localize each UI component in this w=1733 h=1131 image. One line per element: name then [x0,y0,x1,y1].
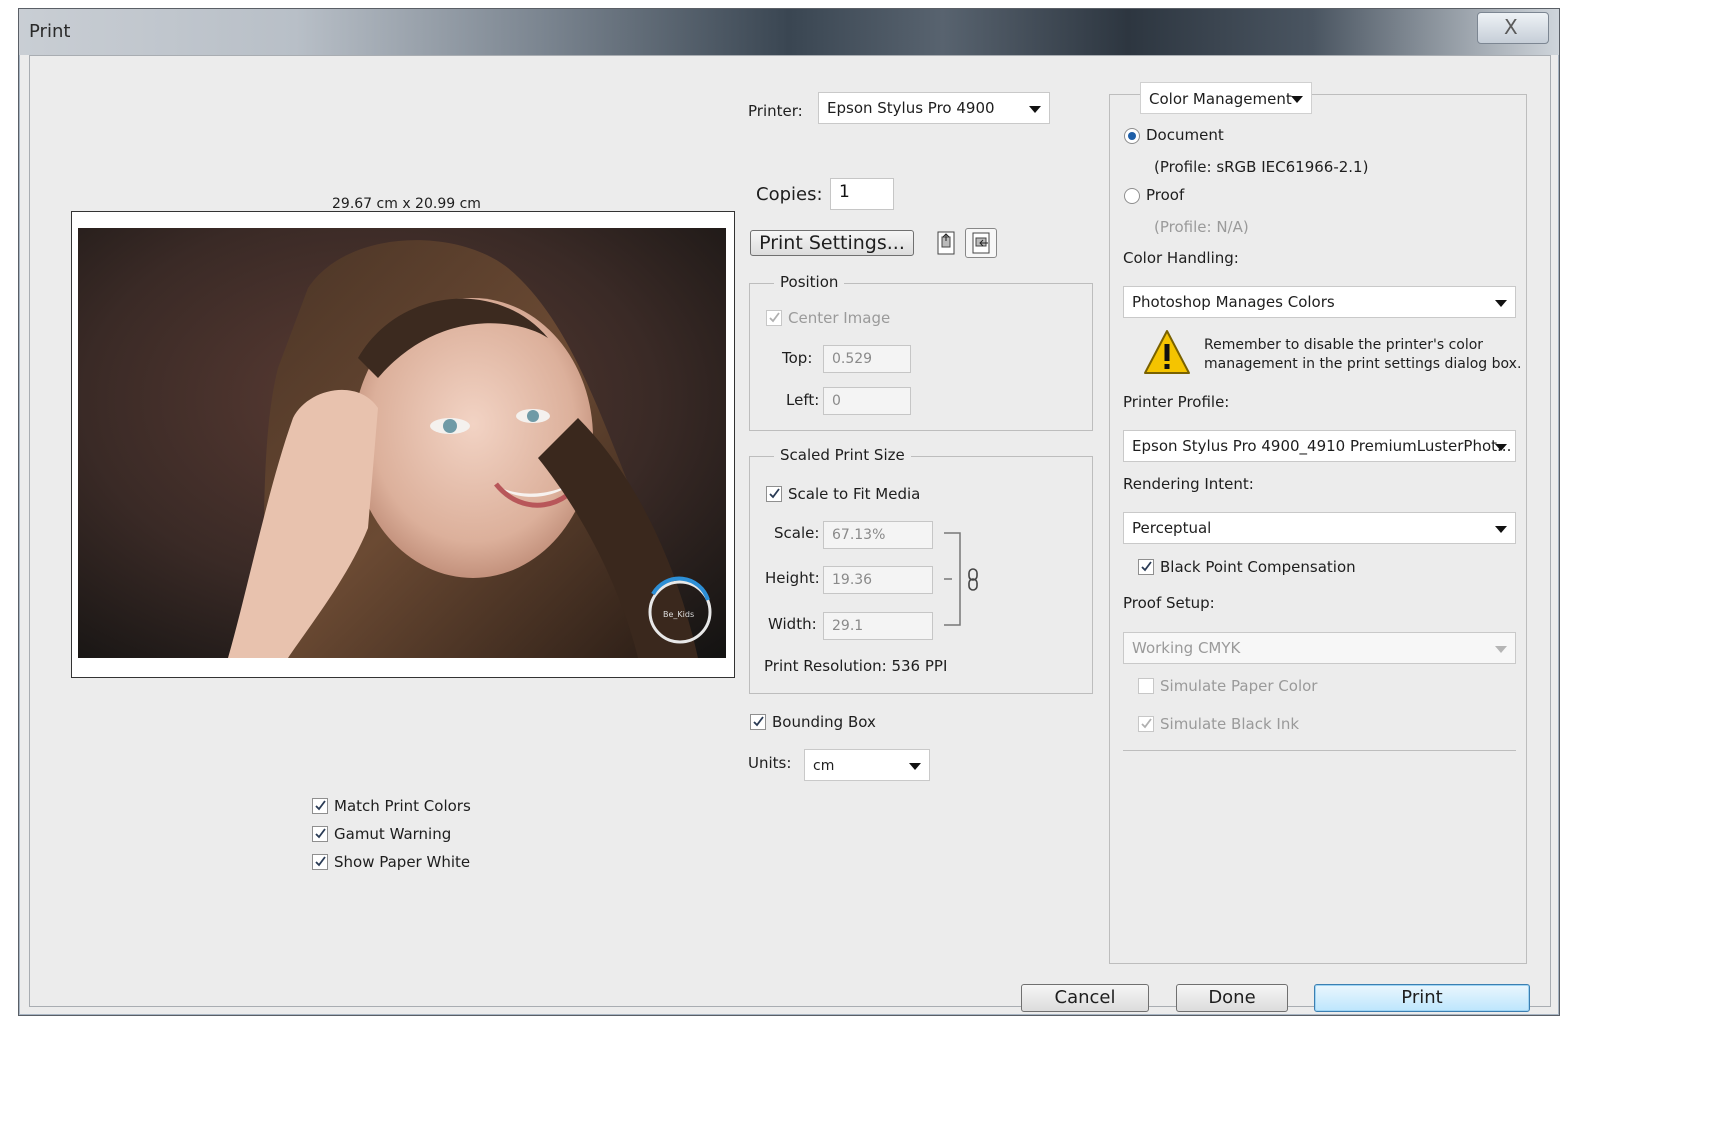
chevron-down-icon [1495,646,1507,653]
rendering-intent-value: Perceptual [1132,519,1212,537]
gamut-warning-checkbox[interactable] [312,826,328,842]
proof-setup-select[interactable]: Working CMYK [1123,632,1516,664]
portrait-orientation-icon[interactable] [934,230,958,256]
scale-to-fit-checkbox[interactable] [766,486,782,502]
printer-profile-value: Epson Stylus Pro 4900_4910 PremiumLuster… [1132,437,1512,455]
document-radio[interactable] [1124,128,1140,144]
width-value: 29.1 [832,618,864,634]
print-dialog: Print X 29.67 cm x 20.99 cm Be_Kids Prin… [18,8,1560,1016]
section-value: Color Management [1149,90,1292,108]
print-settings-button[interactable]: Print Settings... [750,230,914,256]
document-label: Document [1146,126,1224,144]
printer-profile-label: Printer Profile: [1123,393,1230,411]
color-handling-select[interactable]: Photoshop Manages Colors [1123,286,1516,318]
close-icon: X [1504,15,1518,39]
constrain-bracket [944,532,966,626]
title-bar[interactable]: Print X [19,9,1559,55]
top-input[interactable]: 0.529 [823,345,911,373]
height-input[interactable]: 19.36 [823,566,933,594]
watermark-text: Be_Kids [663,610,694,619]
bounding-box-label: Bounding Box [772,713,876,731]
section-select[interactable]: Color Management [1140,82,1312,114]
units-value: cm [813,758,835,774]
close-button[interactable]: X [1477,12,1549,44]
printer-label: Printer: [748,102,803,120]
chain-link-icon[interactable] [966,568,980,592]
copies-label: Copies: [756,184,823,205]
print-button[interactable]: Print [1314,984,1530,1012]
simulate-paper-label: Simulate Paper Color [1160,677,1318,695]
proof-setup-label: Proof Setup: [1123,594,1215,612]
chevron-down-icon [909,763,921,770]
cancel-button[interactable]: Cancel [1021,984,1149,1012]
height-value: 19.36 [832,572,873,588]
simulate-black-label: Simulate Black Ink [1160,715,1300,733]
width-input[interactable]: 29.1 [823,612,933,640]
chevron-down-icon [1495,526,1507,533]
dialog-body: 29.67 cm x 20.99 cm Be_Kids Printer: Eps… [29,55,1551,1012]
height-label: Height: [765,569,820,587]
printer-select[interactable]: Epson Stylus Pro 4900 [818,92,1050,124]
proof-profile: (Profile: N/A) [1154,218,1249,236]
preview-size-label: 29.67 cm x 20.99 cm [332,196,481,212]
warning-icon [1142,328,1192,378]
chevron-down-icon [1495,300,1507,307]
scale-input[interactable]: 67.13% [823,521,933,549]
left-label: Left: [786,391,820,409]
warning-line-2: management in the print settings dialog … [1204,356,1522,372]
units-select[interactable]: cm [804,749,930,781]
show-paper-white-label: Show Paper White [334,853,471,871]
black-point-checkbox[interactable] [1138,559,1154,575]
chevron-down-icon [1291,96,1303,103]
bounding-box-checkbox[interactable] [750,714,766,730]
print-resolution: Print Resolution: 536 PPI [764,657,948,675]
window-title: Print [29,21,71,42]
scale-label: Scale: [774,524,820,542]
done-button[interactable]: Done [1176,984,1288,1012]
top-label: Top: [782,349,813,367]
panel-divider [1123,750,1516,751]
copies-input[interactable]: 1 [830,178,894,210]
landscape-orientation-icon[interactable] [965,228,997,258]
scale-to-fit-label: Scale to Fit Media [788,485,921,503]
simulate-black-checkbox[interactable] [1138,716,1154,732]
proof-radio[interactable] [1124,188,1140,204]
center-image-checkbox[interactable] [766,310,782,326]
center-image-label: Center Image [788,309,891,327]
print-preview[interactable]: Be_Kids [71,211,735,678]
left-input[interactable]: 0 [823,387,911,415]
rendering-intent-select[interactable]: Perceptual [1123,512,1516,544]
chevron-down-icon [1495,444,1507,451]
warning-line-1: Remember to disable the printer's color [1204,337,1484,353]
proof-setup-value: Working CMYK [1132,639,1241,657]
gamut-warning-label: Gamut Warning [334,825,452,843]
printer-profile-select[interactable]: Epson Stylus Pro 4900_4910 PremiumLuster… [1123,430,1516,462]
left-value: 0 [832,393,841,409]
preview-image: Be_Kids [78,228,726,658]
printer-value: Epson Stylus Pro 4900 [827,99,995,117]
width-label: Width: [768,615,817,633]
position-title: Position [774,273,845,291]
chevron-down-icon [1029,106,1041,113]
proof-label: Proof [1146,186,1185,204]
match-print-colors-checkbox[interactable] [312,798,328,814]
match-print-colors-label: Match Print Colors [334,797,471,815]
top-value: 0.529 [832,351,873,367]
document-profile: (Profile: sRGB IEC61966-2.1) [1154,158,1369,176]
rendering-intent-label: Rendering Intent: [1123,475,1254,493]
simulate-paper-checkbox[interactable] [1138,678,1154,694]
units-label: Units: [748,754,792,772]
copies-value: 1 [839,182,850,202]
scale-value: 67.13% [832,527,886,543]
scaled-print-size-title: Scaled Print Size [774,446,911,464]
color-handling-label: Color Handling: [1123,249,1239,267]
color-handling-value: Photoshop Manages Colors [1132,293,1335,311]
black-point-label: Black Point Compensation [1160,558,1356,576]
show-paper-white-checkbox[interactable] [312,854,328,870]
